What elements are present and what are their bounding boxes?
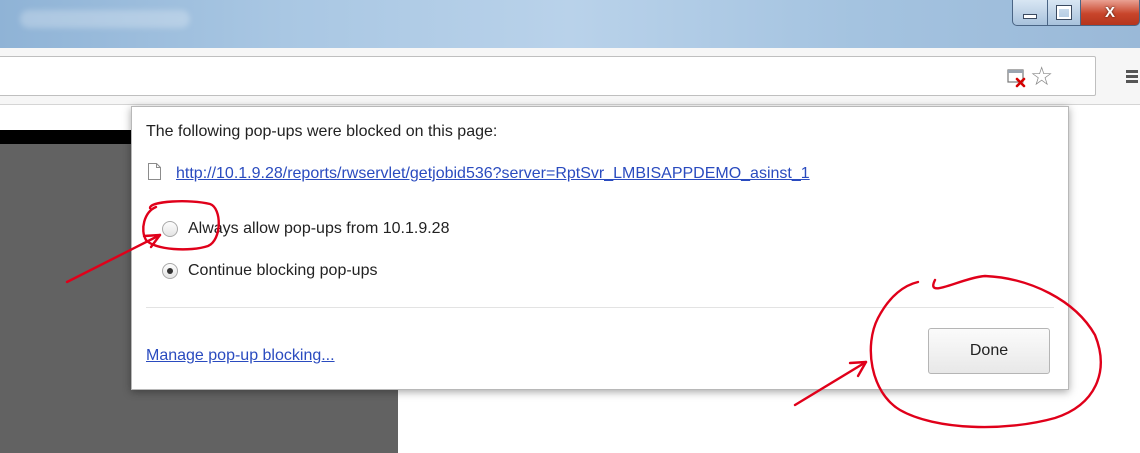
- title-bar: X: [0, 0, 1140, 48]
- close-button[interactable]: X: [1081, 0, 1140, 26]
- window-title: [20, 10, 190, 28]
- bubble-heading: The following pop-ups were blocked on th…: [146, 123, 498, 140]
- popup-blocked-icon[interactable]: [1007, 68, 1027, 88]
- maximize-icon: [1056, 5, 1072, 20]
- window-controls: X: [1012, 0, 1140, 26]
- menu-icon[interactable]: [1126, 70, 1140, 84]
- manage-popup-blocking-link[interactable]: Manage pop-up blocking...: [146, 347, 335, 365]
- document-icon: [148, 163, 161, 180]
- done-button[interactable]: Done: [928, 328, 1050, 374]
- always-allow-label: Always allow pop-ups from 10.1.9.28: [188, 220, 450, 237]
- blocked-popup-link[interactable]: http://10.1.9.28/reports/rwservlet/getjo…: [176, 165, 810, 183]
- continue-blocking-option[interactable]: Continue blocking pop-ups: [162, 262, 377, 280]
- continue-blocking-label: Continue blocking pop-ups: [188, 262, 378, 279]
- bookmark-star-icon[interactable]: ☆: [1030, 63, 1053, 89]
- close-icon: X: [1104, 4, 1115, 21]
- bubble-divider: [146, 307, 1054, 308]
- minimize-icon: [1023, 14, 1037, 19]
- always-allow-option[interactable]: Always allow pop-ups from 10.1.9.28: [162, 220, 449, 238]
- address-bar[interactable]: ☆: [0, 56, 1096, 96]
- maximize-button[interactable]: [1048, 0, 1081, 26]
- browser-toolbar: ☆: [0, 48, 1140, 105]
- continue-blocking-radio[interactable]: [162, 263, 178, 279]
- minimize-button[interactable]: [1012, 0, 1048, 26]
- always-allow-radio[interactable]: [162, 221, 178, 237]
- popup-blocked-bubble: The following pop-ups were blocked on th…: [131, 106, 1069, 390]
